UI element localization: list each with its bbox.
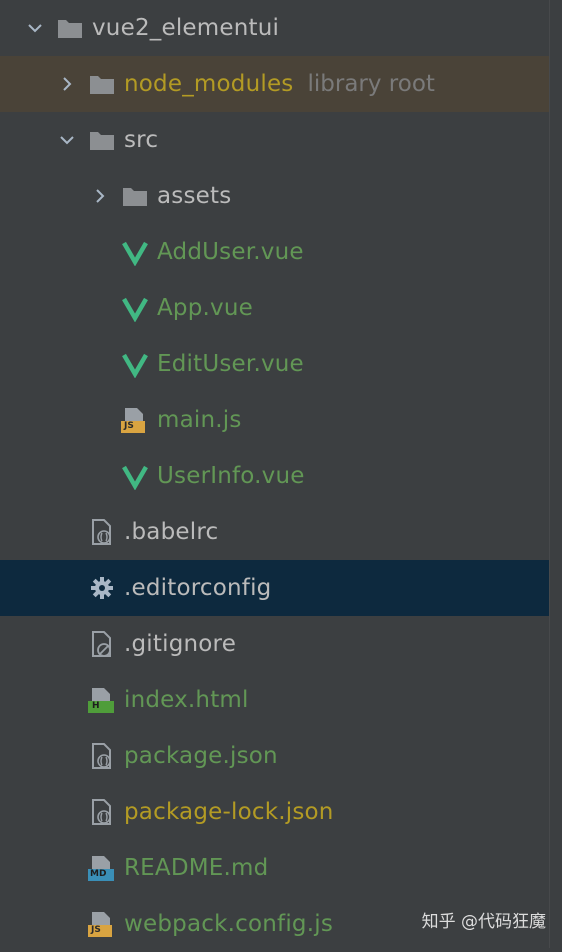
- js-badge-text: JS: [124, 421, 134, 431]
- tree-node-app-vue[interactable]: App.vue: [0, 280, 549, 336]
- tree-node-label: .gitignore: [124, 631, 237, 657]
- tree-node-package-json[interactable]: package.json: [0, 728, 549, 784]
- tree-node-label: node_modules: [124, 71, 294, 97]
- vue-icon: [121, 238, 149, 266]
- js-file-icon: JS: [121, 406, 149, 434]
- ignore-file-icon: [88, 630, 116, 658]
- tree-node-babelrc[interactable]: .babelrc: [0, 504, 549, 560]
- tree-node-label: main.js: [157, 407, 242, 433]
- html-file-icon: H: [88, 686, 116, 714]
- tree-node-label: webpack.config.js: [124, 911, 333, 937]
- tree-node-index-html[interactable]: H index.html: [0, 672, 549, 728]
- html-badge-text: H: [92, 701, 100, 711]
- js-file-icon: JS: [88, 910, 116, 938]
- folder-icon: [88, 126, 116, 154]
- chevron-right-icon[interactable]: [91, 187, 109, 205]
- tree-node-label: App.vue: [157, 295, 253, 321]
- config-file-icon: [88, 742, 116, 770]
- vue-icon: [121, 462, 149, 490]
- vue-icon: [121, 294, 149, 322]
- gear-icon: [88, 574, 116, 602]
- tree-node-label: package.json: [124, 743, 278, 769]
- md-badge-text: MD: [90, 869, 107, 879]
- tree-node-label: vue2_elementui: [92, 15, 280, 41]
- tree-node-label: AddUser.vue: [157, 239, 304, 265]
- tree-node-label: .babelrc: [124, 519, 219, 545]
- tree-node-package-lock-json[interactable]: package-lock.json: [0, 784, 549, 840]
- config-file-icon: [88, 518, 116, 546]
- vertical-scrollbar[interactable]: [549, 0, 562, 948]
- tree-node-label: EditUser.vue: [157, 351, 304, 377]
- tree-node-main-js[interactable]: JS main.js: [0, 392, 549, 448]
- tree-node-src[interactable]: src: [0, 112, 549, 168]
- config-file-icon: [88, 798, 116, 826]
- watermark: 知乎 @代码狂魔: [421, 912, 546, 932]
- tree-node-userinfo-vue[interactable]: UserInfo.vue: [0, 448, 549, 504]
- tree-node-label: README.md: [124, 855, 269, 881]
- tree-node-label: .editorconfig: [124, 575, 272, 601]
- tree-node-node-modules[interactable]: node_modules library root: [0, 56, 549, 112]
- tree-node-gitignore[interactable]: .gitignore: [0, 616, 549, 672]
- folder-icon: [88, 70, 116, 98]
- tree-node-label: src: [124, 127, 159, 153]
- tree-node-adduser-vue[interactable]: AddUser.vue: [0, 224, 549, 280]
- tree-node-editorconfig[interactable]: .editorconfig: [0, 560, 549, 616]
- tree-node-label: index.html: [124, 687, 249, 713]
- tree-node-root[interactable]: vue2_elementui: [0, 0, 549, 56]
- tree-node-edituser-vue[interactable]: EditUser.vue: [0, 336, 549, 392]
- chevron-down-icon[interactable]: [58, 131, 76, 149]
- vue-icon: [121, 350, 149, 378]
- chevron-down-icon[interactable]: [26, 19, 44, 37]
- tree-node-assets[interactable]: assets: [0, 168, 549, 224]
- folder-icon: [56, 14, 84, 42]
- folder-icon: [121, 182, 149, 210]
- js-badge-text: JS: [91, 925, 101, 935]
- markdown-file-icon: MD: [88, 854, 116, 882]
- chevron-right-icon[interactable]: [58, 75, 76, 93]
- project-tree: vue2_elementui node_modules library root…: [0, 0, 549, 948]
- tree-node-label: package-lock.json: [124, 799, 334, 825]
- library-root-hint: library root: [307, 71, 435, 97]
- tree-node-label: UserInfo.vue: [157, 463, 305, 489]
- tree-node-label: assets: [157, 183, 232, 209]
- tree-node-readme-md[interactable]: MD README.md: [0, 840, 549, 896]
